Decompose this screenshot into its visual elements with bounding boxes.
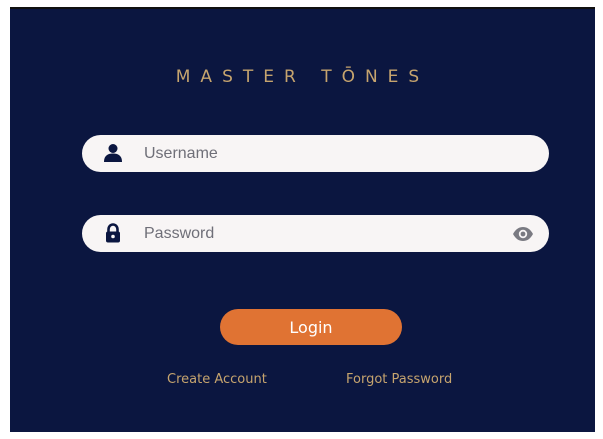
login-screen: MASTER TŌNES Login Create: [10, 7, 595, 432]
eye-icon[interactable]: [512, 224, 534, 244]
password-input[interactable]: [144, 215, 514, 252]
create-account-link[interactable]: Create Account: [167, 372, 267, 387]
username-input[interactable]: [144, 135, 514, 172]
forgot-password-link[interactable]: Forgot Password: [346, 372, 452, 387]
user-icon: [103, 143, 123, 163]
login-button[interactable]: Login: [220, 309, 402, 345]
username-field[interactable]: [82, 135, 549, 172]
brand-logo: MASTER TŌNES: [175, 67, 430, 87]
password-field[interactable]: [82, 215, 549, 252]
lock-icon: [103, 223, 123, 243]
